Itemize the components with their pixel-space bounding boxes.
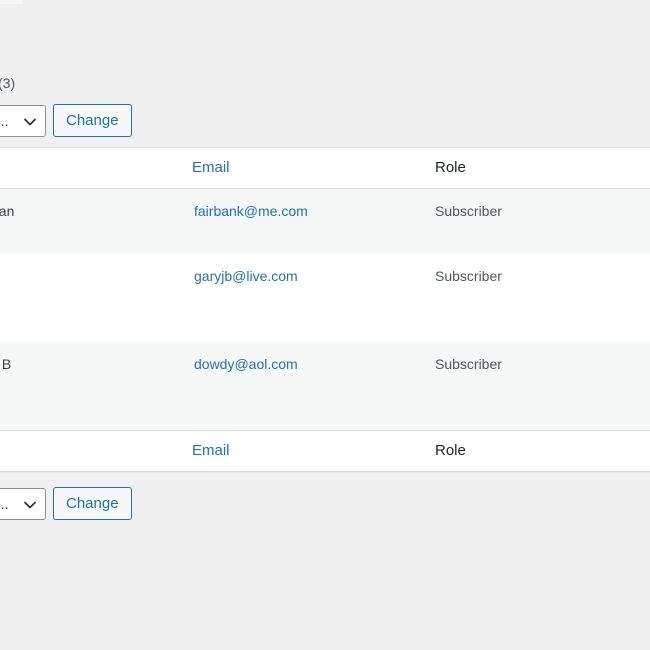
table-header: Email Role bbox=[0, 148, 650, 189]
change-button-bottom[interactable]: Change bbox=[53, 487, 132, 520]
user-role-cell: Subscriber bbox=[435, 203, 502, 219]
table-row: nan fairbank@me.com Subscriber bbox=[0, 189, 650, 254]
chevron-down-icon bbox=[24, 501, 36, 508]
user-email-link[interactable]: garyjb@live.com bbox=[194, 268, 298, 284]
users-table: Email Role nan fairbank@me.com Subscribe… bbox=[0, 147, 650, 472]
email-column-footer[interactable]: Email bbox=[192, 442, 230, 459]
change-role-select-value: o... bbox=[0, 112, 9, 129]
change-role-bar-bottom: o... Change bbox=[0, 487, 132, 520]
user-role-cell: Subscriber bbox=[435, 356, 502, 372]
table-footer: Email Role bbox=[0, 430, 650, 471]
change-role-bar-top: o... Change bbox=[0, 104, 132, 137]
role-filter-count[interactable]: (3) bbox=[0, 75, 15, 91]
user-name-cell[interactable]: s B bbox=[0, 356, 11, 372]
email-column-header[interactable]: Email bbox=[192, 159, 230, 176]
role-column-footer: Role bbox=[435, 442, 466, 459]
table-row: s B dowdy@aol.com Subscriber bbox=[0, 342, 650, 430]
change-role-select-bottom[interactable]: o... bbox=[0, 487, 46, 520]
change-role-select-top[interactable]: o... bbox=[0, 104, 46, 137]
change-role-select-value: o... bbox=[0, 495, 9, 512]
user-email-link[interactable]: dowdy@aol.com bbox=[194, 356, 298, 372]
user-name-cell[interactable]: nan bbox=[0, 203, 14, 219]
page-top-remnant bbox=[0, 0, 22, 4]
user-email-link[interactable]: fairbank@me.com bbox=[194, 203, 308, 219]
chevron-down-icon bbox=[24, 118, 36, 125]
table-row: o garyjb@live.com Subscriber bbox=[0, 254, 650, 342]
role-column-header: Role bbox=[435, 159, 466, 176]
users-list-screen: (3) o... Change Email Role nan fairbank@… bbox=[0, 0, 650, 650]
change-button-top[interactable]: Change bbox=[53, 104, 132, 137]
user-role-cell: Subscriber bbox=[435, 268, 502, 284]
